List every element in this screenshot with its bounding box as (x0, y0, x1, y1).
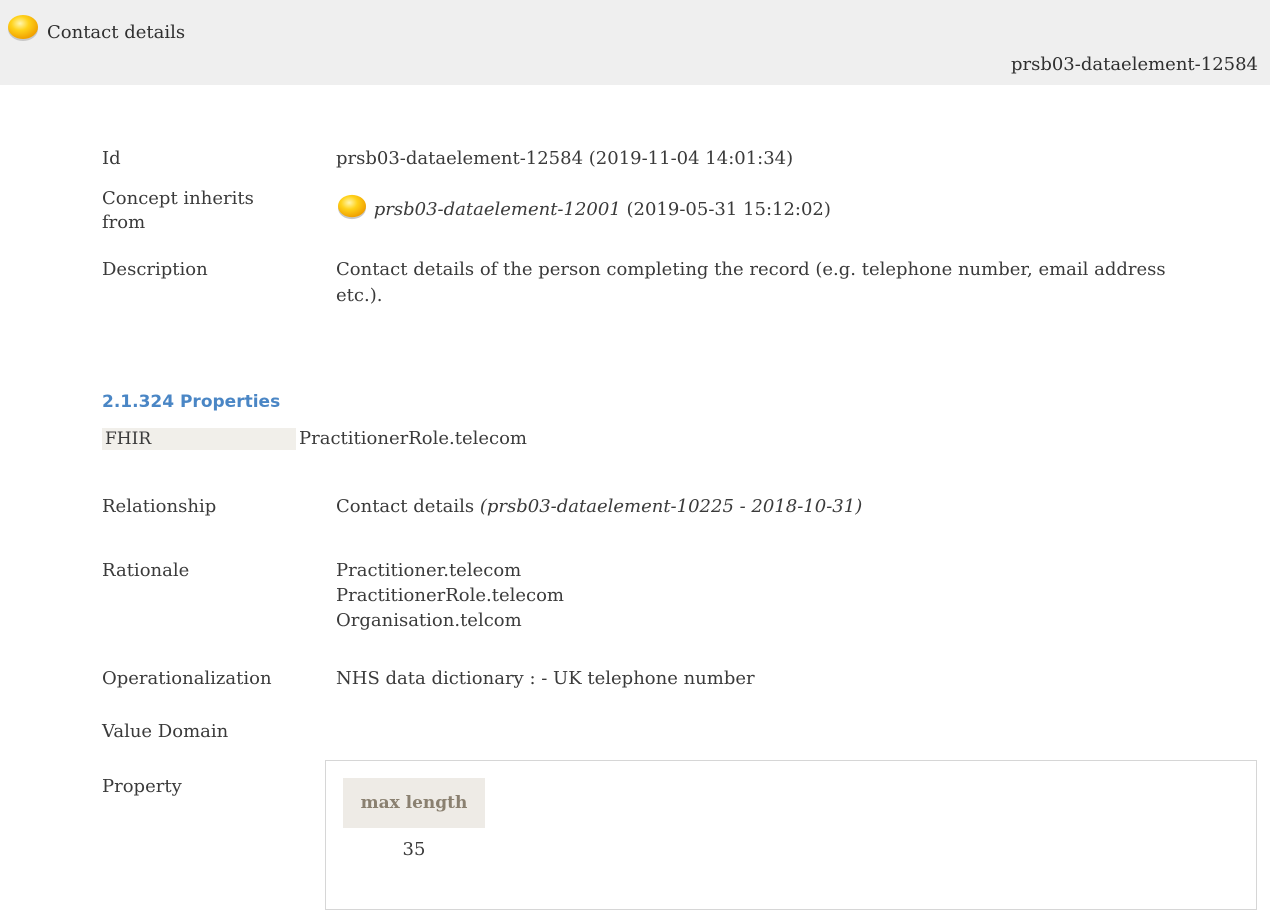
relationship-label: Relationship (102, 496, 217, 517)
fhir-label: FHIR (102, 428, 296, 450)
operationalization-value: NHS data dictionary : - UK telephone num… (336, 668, 755, 689)
concept-header: Contact details prsb03-dataelement-12584 (0, 0, 1270, 85)
inherits-value: prsb03-dataelement-12001 (2019-05-31 15:… (336, 193, 1236, 223)
concept-id-header: prsb03-dataelement-12584 (1010, 54, 1258, 75)
fhir-value: PractitionerRole.telecom (299, 428, 527, 449)
properties-section-title: 2.1.324 Properties (102, 392, 281, 412)
rationale-line: Practitioner.telecom (336, 560, 522, 581)
relationship-ref: (prsb03-dataelement-10225 - 2018-10-31) (479, 496, 863, 517)
property-table-value: 35 (402, 839, 426, 860)
inherits-date: (2019-05-31 15:12:02) (626, 199, 831, 220)
relationship-value: Contact details (prsb03-dataelement-1022… (336, 494, 1236, 520)
status-orb-icon (8, 15, 38, 41)
value-domain-label: Value Domain (102, 721, 229, 742)
rationale-line: PractitionerRole.telecom (336, 585, 564, 606)
property-label: Property (102, 776, 182, 797)
rationale-label: Rationale (102, 560, 190, 581)
description-value: Contact details of the person completing… (336, 259, 1166, 306)
concept-title: Contact details (47, 22, 186, 43)
id-label: Id (102, 148, 121, 169)
rationale-value: Practitioner.telecom PractitionerRole.te… (336, 558, 1236, 633)
property-table-header: max length (343, 778, 485, 828)
rationale-line: Organisation.telcom (336, 610, 522, 631)
operationalization-label: Operationalization (102, 668, 272, 689)
inherits-label: Concept inherits from (102, 188, 254, 233)
inherits-concept-link[interactable]: prsb03-dataelement-12001 (374, 199, 621, 220)
id-value: prsb03-dataelement-12584 (2019-11-04 14:… (336, 148, 794, 169)
property-table: max length 35 (325, 760, 1257, 910)
relationship-name: Contact details (336, 496, 475, 517)
inherits-status-orb-icon (338, 194, 366, 220)
description-label: Description (102, 259, 208, 280)
